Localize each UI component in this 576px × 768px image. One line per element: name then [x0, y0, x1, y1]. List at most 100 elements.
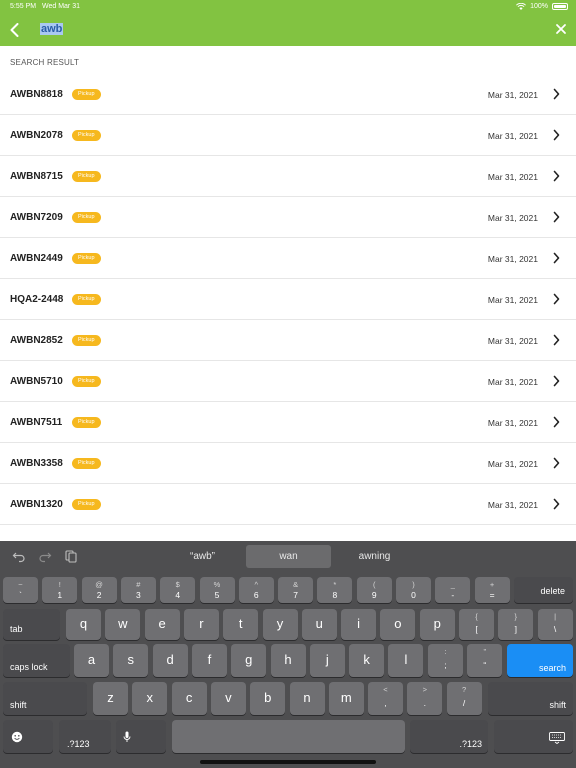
- result-row[interactable]: HQA2-2448 Pickup Mar 31, 2021: [0, 279, 576, 320]
- key-symbol[interactable]: >.: [407, 682, 443, 715]
- dictation-key[interactable]: [116, 720, 166, 753]
- key-symbol[interactable]: :;: [428, 644, 463, 677]
- key-number[interactable]: + =: [474, 577, 510, 603]
- key-symbol[interactable]: }]: [498, 609, 534, 640]
- caps-lock-key[interactable]: caps lock: [3, 644, 70, 677]
- on-screen-keyboard: “awb” wan awning ~ `! 1 @2 #3 $4% 5 ^ 6 & 7 * 8(9) 0 _…: [0, 541, 576, 768]
- space-key[interactable]: [172, 720, 405, 753]
- key-number[interactable]: ^ 6: [238, 577, 274, 603]
- key-number[interactable]: ) 0: [396, 577, 431, 603]
- key-char: f: [207, 652, 212, 667]
- result-row[interactable]: AWBN7511 Pickup Mar 31, 2021: [0, 402, 576, 443]
- suggestion-item-selected[interactable]: wan: [246, 545, 331, 568]
- key-letter[interactable]: h: [270, 644, 306, 677]
- result-row[interactable]: AWBN2449 Pickup Mar 31, 2021: [0, 238, 576, 279]
- back-button[interactable]: [6, 21, 22, 39]
- key-symbol[interactable]: {[: [459, 609, 494, 640]
- key-shift-char: #: [136, 580, 141, 589]
- key-letter[interactable]: q: [66, 609, 101, 640]
- key-letter[interactable]: l: [388, 644, 424, 677]
- key-letter[interactable]: p: [419, 609, 455, 640]
- key-letter[interactable]: g: [231, 644, 267, 677]
- tab-key[interactable]: tab: [3, 609, 60, 640]
- awb-number: AWBN7511: [10, 417, 63, 428]
- result-date: Mar 31, 2021: [487, 418, 538, 428]
- numbers-key-right[interactable]: .?123: [410, 720, 488, 753]
- search-results-list: AWBN8818 Pickup Mar 31, 2021 AWBN2078 Pickup…: [0, 74, 576, 525]
- suggestion-item[interactable]: awning: [332, 545, 417, 568]
- key-letter[interactable]: s: [113, 644, 149, 677]
- key-shift-char: !: [58, 580, 61, 589]
- key-number[interactable]: $4: [160, 577, 196, 603]
- key-shift-char: ?: [462, 685, 467, 694]
- key-letter[interactable]: x: [132, 682, 168, 715]
- key-letter[interactable]: u: [301, 609, 337, 640]
- chevron-right-icon: [553, 129, 560, 141]
- key-letter[interactable]: t: [223, 609, 259, 640]
- key-number[interactable]: #3: [120, 577, 156, 603]
- result-row[interactable]: AWBN8715 Pickup Mar 31, 2021: [0, 156, 576, 197]
- status-badge: Pickup: [72, 376, 101, 387]
- delete-key[interactable]: delete: [514, 577, 573, 603]
- result-row[interactable]: AWBN3358 Pickup Mar 31, 2021: [0, 443, 576, 484]
- key-char: 7: [293, 590, 298, 600]
- result-row[interactable]: AWBN2852 Pickup Mar 31, 2021: [0, 320, 576, 361]
- key-letter[interactable]: v: [210, 682, 246, 715]
- key-letter[interactable]: a: [74, 644, 109, 677]
- hide-keyboard-key[interactable]: [494, 720, 573, 753]
- result-row[interactable]: AWBN2078 Pickup Mar 31, 2021: [0, 115, 576, 156]
- key-letter[interactable]: z: [93, 682, 128, 715]
- key-char: d: [166, 652, 174, 667]
- key-letter[interactable]: d: [152, 644, 188, 677]
- result-row[interactable]: AWBN1320 Pickup Mar 31, 2021: [0, 484, 576, 525]
- result-date: Mar 31, 2021: [487, 131, 538, 141]
- key-label: shift: [10, 700, 27, 710]
- search-input[interactable]: awb: [40, 23, 64, 35]
- chevron-left-icon: [10, 23, 18, 37]
- battery-icon: [552, 3, 568, 10]
- key-char: 2: [96, 590, 102, 600]
- key-letter[interactable]: j: [309, 644, 345, 677]
- key-letter[interactable]: y: [262, 609, 298, 640]
- key-symbol[interactable]: ” “: [467, 644, 503, 677]
- numbers-key-left[interactable]: .?123: [59, 720, 111, 753]
- result-row[interactable]: AWBN5710 Pickup Mar 31, 2021: [0, 361, 576, 402]
- status-badge: Pickup: [72, 171, 101, 182]
- key-number[interactable]: @2: [81, 577, 117, 603]
- key-number[interactable]: % 5: [199, 577, 235, 603]
- key-letter[interactable]: r: [183, 609, 219, 640]
- key-shift-char: _: [450, 580, 455, 589]
- key-number[interactable]: ~ `: [3, 577, 38, 603]
- key-number[interactable]: & 7: [278, 577, 314, 603]
- suggestion-item[interactable]: “awb”: [160, 545, 245, 568]
- key-letter[interactable]: i: [341, 609, 377, 640]
- key-number[interactable]: _ -: [435, 577, 471, 603]
- key-number[interactable]: (9: [356, 577, 392, 603]
- key-letter[interactable]: w: [105, 609, 141, 640]
- key-symbol[interactable]: <,: [368, 682, 403, 715]
- paste-icon[interactable]: [64, 549, 78, 563]
- key-letter[interactable]: m: [328, 682, 364, 715]
- result-row[interactable]: AWBN7209 Pickup Mar 31, 2021: [0, 197, 576, 238]
- key-number[interactable]: ! 1: [42, 577, 78, 603]
- key-symbol[interactable]: | \: [537, 609, 573, 640]
- result-row[interactable]: AWBN8818 Pickup Mar 31, 2021: [0, 74, 576, 115]
- emoji-key[interactable]: [3, 720, 53, 753]
- shift-left-key[interactable]: shift: [3, 682, 87, 715]
- key-letter[interactable]: n: [289, 682, 325, 715]
- key-letter[interactable]: f: [191, 644, 227, 677]
- key-number[interactable]: * 8: [317, 577, 353, 603]
- result-date: Mar 31, 2021: [487, 213, 538, 223]
- key-letter[interactable]: o: [380, 609, 416, 640]
- redo-icon[interactable]: [38, 549, 52, 563]
- shift-right-key[interactable]: shift: [488, 682, 573, 715]
- key-symbol[interactable]: ? /: [446, 682, 482, 715]
- undo-icon[interactable]: [12, 549, 26, 563]
- close-icon[interactable]: [554, 22, 568, 36]
- key-char: 9: [371, 590, 377, 600]
- key-letter[interactable]: k: [349, 644, 385, 677]
- key-letter[interactable]: e: [144, 609, 180, 640]
- search-key[interactable]: search: [507, 644, 573, 677]
- key-letter[interactable]: c: [171, 682, 207, 715]
- key-letter[interactable]: b: [250, 682, 286, 715]
